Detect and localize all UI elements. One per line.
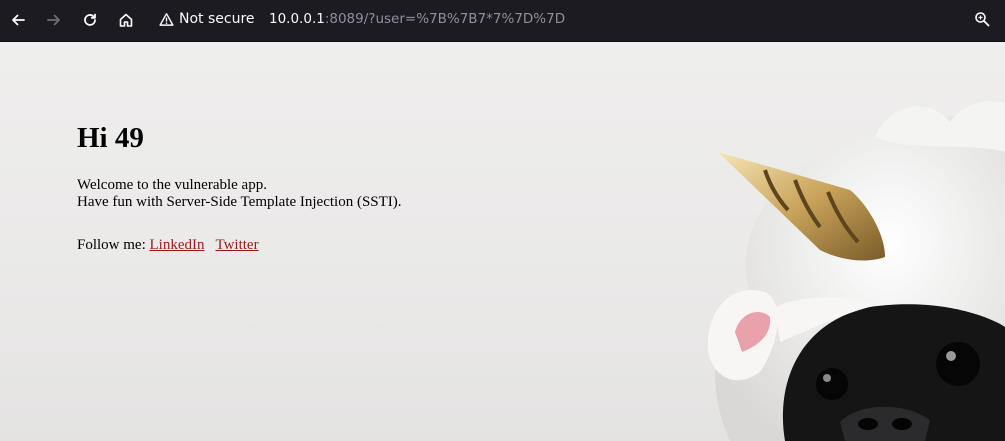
browser-toolbar: Not secure 10.0.0.1:8089/?user=%7B%7B7*7… xyxy=(0,0,1005,42)
forward-icon xyxy=(47,14,60,26)
page-title: Hi 49 xyxy=(77,122,144,154)
linkedin-link[interactable]: LinkedIn xyxy=(150,237,205,253)
reload-button[interactable] xyxy=(75,5,105,35)
url-path: :8089/?user=%7B%7B7*7%7D%7D xyxy=(324,11,566,27)
welcome-line-2: Have fun with Server-Side Template Injec… xyxy=(77,194,402,210)
welcome-text: Welcome to the vulnerable app. Have fun … xyxy=(77,177,402,211)
back-button[interactable] xyxy=(3,5,33,35)
security-indicator[interactable]: Not secure xyxy=(159,4,255,34)
zoom-icon[interactable] xyxy=(974,11,990,27)
follow-me: Follow me: LinkedIn Twitter xyxy=(77,237,259,254)
home-icon xyxy=(119,13,133,27)
url-bar[interactable]: Not secure 10.0.0.1:8089/?user=%7B%7B7*7… xyxy=(151,4,1000,34)
twitter-link[interactable]: Twitter xyxy=(215,237,258,253)
security-label: Not secure xyxy=(179,11,255,27)
url-text[interactable]: 10.0.0.1:8089/?user=%7B%7B7*7%7D%7D xyxy=(269,4,565,34)
warning-icon xyxy=(159,12,174,26)
unicorn-pug-image xyxy=(707,101,1005,441)
url-host: 10.0.0.1 xyxy=(269,11,325,27)
welcome-line-1: Welcome to the vulnerable app. xyxy=(77,177,267,193)
follow-label: Follow me: xyxy=(77,237,146,253)
reload-icon xyxy=(84,13,96,26)
home-button[interactable] xyxy=(111,5,141,35)
page-content: Hi 49 Welcome to the vulnerable app. Hav… xyxy=(0,42,1005,441)
forward-button[interactable] xyxy=(39,5,69,35)
back-icon xyxy=(12,14,25,26)
